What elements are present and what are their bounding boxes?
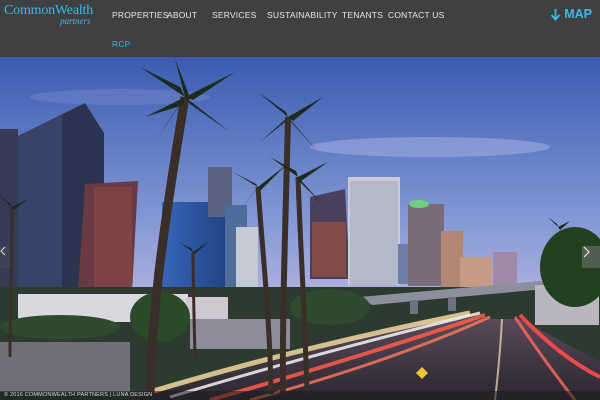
map-label: MAP [564, 7, 592, 21]
nav-properties[interactable]: PROPERTIES [112, 10, 169, 20]
nav-services[interactable]: SERVICES [212, 10, 256, 20]
next-slide-button[interactable] [582, 246, 600, 268]
footer-bar: © 2016 COMMONWEALTH PARTNERS | LUNA DESI… [0, 391, 600, 400]
chevron-right-icon [583, 246, 590, 258]
prev-slide-button[interactable] [0, 246, 10, 268]
logo-sub-text: partners [60, 16, 91, 26]
site-header: CommonWealth partners PROPERTIES ABOUT S… [0, 0, 600, 57]
chevron-left-icon [0, 246, 6, 256]
hero-image: © 2016 COMMONWEALTH PARTNERS | LUNA DESI… [0, 57, 600, 400]
nav-tenants[interactable]: TENANTS [342, 10, 383, 20]
logo[interactable]: CommonWealth partners [4, 3, 96, 26]
nav-rcp[interactable]: RCP [112, 39, 131, 49]
map-link[interactable]: MAP [550, 7, 592, 21]
footer-copyright: © 2016 COMMONWEALTH PARTNERS | LUNA DESI… [4, 392, 153, 398]
arrow-down-icon [551, 8, 561, 21]
nav-contact-us[interactable]: CONTACT US [388, 10, 444, 20]
city-skyline-image [0, 57, 600, 400]
nav-about[interactable]: ABOUT [167, 10, 197, 20]
nav-sustainability[interactable]: SUSTAINABILITY [267, 10, 338, 20]
